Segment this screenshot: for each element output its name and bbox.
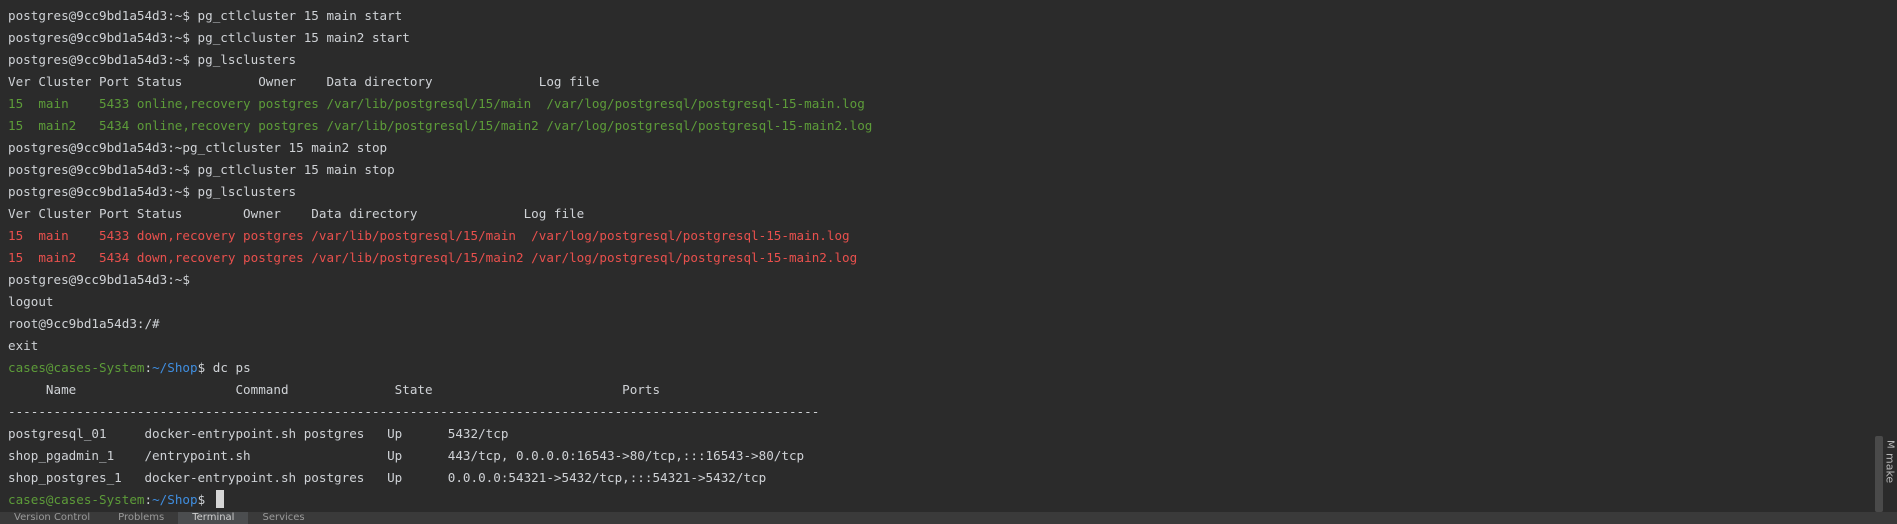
terminal-cursor — [215, 490, 224, 508]
terminal-line: 15 main 5433 down,recovery postgres /var… — [8, 228, 850, 243]
terminal-line: Ver Cluster Port Status Owner Data direc… — [8, 74, 600, 89]
terminal-line: postgres@9cc9bd1a54d3:~$ pg_ctlcluster 1… — [8, 30, 410, 45]
bottom-tab-problems[interactable]: Problems — [104, 512, 178, 524]
prompt-user: cases@cases-System — [8, 360, 145, 375]
terminal-line: shop_pgadmin_1 /entrypoint.sh Up 443/tcp… — [8, 448, 805, 463]
terminal-line: postgres@9cc9bd1a54d3:~$ pg_lsclusters — [8, 184, 297, 199]
terminal-line: postgresql_01 docker-entrypoint.sh postg… — [8, 426, 509, 441]
prompt-command: $ dc ps — [197, 360, 251, 375]
terminal-output[interactable]: postgres@9cc9bd1a54d3:~$ pg_ctlcluster 1… — [0, 0, 1872, 512]
terminal-line: root@9cc9bd1a54d3:/# — [8, 316, 160, 331]
terminal-line: postgres@9cc9bd1a54d3:~$ pg_ctlcluster 1… — [8, 8, 403, 23]
prompt-path: ~/Shop — [152, 492, 198, 507]
terminal-line: postgres@9cc9bd1a54d3:~$ pg_lsclusters — [8, 52, 297, 67]
terminal-line: Name Command State Ports — [8, 382, 661, 397]
side-tab-label: make — [1883, 452, 1897, 483]
make-icon: M — [1884, 440, 1896, 449]
terminal-line: exit — [8, 338, 39, 353]
bottom-tab-services[interactable]: Services — [248, 512, 318, 524]
terminal-line: Ver Cluster Port Status Owner Data direc… — [8, 206, 585, 221]
terminal-line: postgres@9cc9bd1a54d3:~$ pg_ctlcluster 1… — [8, 162, 395, 177]
side-tab-make[interactable]: M make — [1883, 440, 1897, 512]
terminal-line: ----------------------------------------… — [8, 404, 820, 419]
prompt-path: ~/Shop — [152, 360, 198, 375]
prompt-separator: : — [144, 492, 153, 507]
terminal-line: 15 main 5433 online,recovery postgres /v… — [8, 96, 865, 111]
bottom-tool-bar: Version Control Problems Terminal Services — [0, 512, 1897, 524]
bottom-tab-terminal[interactable]: Terminal — [178, 512, 249, 524]
terminal-line: postgres@9cc9bd1a54d3:~pg_ctlcluster 15 … — [8, 140, 388, 155]
terminal-line: 15 main2 5434 down,recovery postgres /va… — [8, 250, 858, 265]
prompt-command: $ — [197, 492, 213, 507]
terminal-scrollbar[interactable] — [1875, 436, 1883, 512]
terminal-line: shop_postgres_1 docker-entrypoint.sh pos… — [8, 470, 767, 485]
bottom-tab-version-control[interactable]: Version Control — [0, 512, 104, 524]
prompt-user: cases@cases-System — [8, 492, 145, 507]
terminal-line: logout — [8, 294, 54, 309]
terminal-line: postgres@9cc9bd1a54d3:~$ — [8, 272, 190, 287]
terminal-line: 15 main2 5434 online,recovery postgres /… — [8, 118, 873, 133]
prompt-separator: : — [144, 360, 153, 375]
terminal-line: cases@cases-System:~/Shop$ dc ps — [8, 357, 1872, 379]
terminal-line: cases@cases-System:~/Shop$ — [8, 489, 1872, 511]
